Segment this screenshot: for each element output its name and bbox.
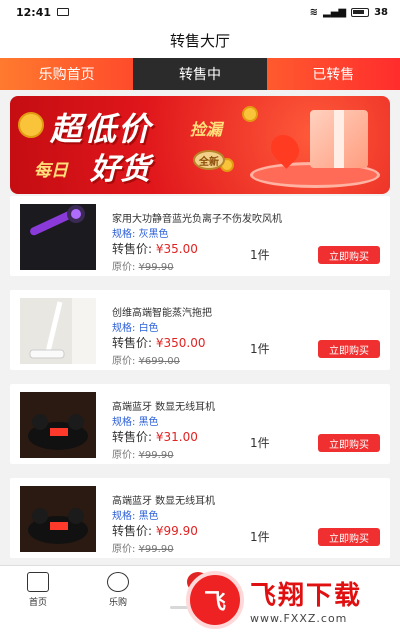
home-icon <box>27 572 49 592</box>
tab-bar: 乐购首页 转售中 已转售 <box>0 58 400 90</box>
watermark-url: www.FXXZ.com <box>250 612 348 625</box>
resale-price: 转售价: ¥31.00 <box>112 430 198 444</box>
tab-reselling[interactable]: 转售中 <box>133 58 267 90</box>
banner-tag: 捡漏 <box>190 120 223 139</box>
signal-icon: ▂▄▆ <box>323 6 347 18</box>
product-image-earbuds[interactable] <box>20 486 96 552</box>
product-image-steam-mop[interactable] <box>20 298 96 364</box>
product-quantity: 1件 <box>250 530 270 544</box>
buy-now-button[interactable]: 立即购买 <box>318 246 380 264</box>
status-bar: 12:41 ≋ ▂▄▆ 38 <box>0 0 400 24</box>
resale-price: 转售价: ¥99.90 <box>112 524 198 538</box>
promo-banner[interactable]: 超低价 捡漏 每日 好货 全新 <box>10 96 390 194</box>
tab-resold[interactable]: 已转售 <box>266 58 400 90</box>
nav-item-home[interactable]: 首页 <box>8 572 68 608</box>
coin-icon <box>242 106 258 122</box>
product-name: 高端蓝牙 数显无线耳机 <box>112 496 216 507</box>
product-spec: 规格: 黑色 <box>112 511 159 522</box>
product-quantity: 1件 <box>250 342 270 356</box>
product-spec: 规格: 黑色 <box>112 417 159 428</box>
page-title: 转售大厅 <box>0 24 400 58</box>
product-image-earbuds[interactable] <box>20 392 96 458</box>
product-card[interactable]: 创维高端智能蒸汽拖把 规格: 白色 转售价: ¥350.00 原价: ¥699.… <box>10 290 390 370</box>
product-list: 家用大功静音蓝光负离子不伤发吹风机 规格: 灰黑色 转售价: ¥35.00 原价… <box>10 196 390 572</box>
nav-item-shop[interactable]: 乐购 <box>88 572 148 608</box>
coin-icon <box>18 112 44 138</box>
status-time: 12:41 <box>16 5 52 19</box>
product-image-hair-dryer[interactable] <box>20 204 96 270</box>
resale-price: 转售价: ¥350.00 <box>112 336 206 350</box>
product-spec: 规格: 灰黑色 <box>112 229 169 240</box>
buy-now-button[interactable]: 立即购买 <box>318 340 380 358</box>
message-icon <box>57 8 70 16</box>
buy-now-button[interactable]: 立即购买 <box>318 528 380 546</box>
battery-level: 38 <box>374 6 388 18</box>
original-price: 原价: ¥99.90 <box>112 544 174 555</box>
banner-good: 好货 <box>90 152 150 187</box>
product-name: 高端蓝牙 数显无线耳机 <box>112 402 216 413</box>
product-quantity: 1件 <box>250 436 270 450</box>
original-price: 原价: ¥699.00 <box>112 356 180 367</box>
original-price: 原价: ¥99.90 <box>112 262 174 273</box>
product-name: 家用大功静音蓝光负离子不伤发吹风机 <box>112 214 282 225</box>
watermark: 飞 飞翔下载 www.FXXZ.com <box>186 571 394 629</box>
original-price: 原价: ¥99.90 <box>112 450 174 461</box>
product-card[interactable]: 家用大功静音蓝光负离子不伤发吹风机 规格: 灰黑色 转售价: ¥35.00 原价… <box>10 196 390 276</box>
buy-now-button[interactable]: 立即购买 <box>318 434 380 452</box>
product-spec: 规格: 白色 <box>112 323 159 334</box>
watermark-brand: 飞翔下载 <box>250 581 363 611</box>
product-name: 创维高端智能蒸汽拖把 <box>112 308 212 319</box>
new-badge: 全新 <box>193 150 225 170</box>
banner-daily: 每日 <box>34 161 68 181</box>
product-card[interactable]: 高端蓝牙 数显无线耳机 规格: 黑色 转售价: ¥31.00 原价: ¥99.9… <box>10 384 390 464</box>
wifi-icon: ≋ <box>309 6 318 18</box>
product-quantity: 1件 <box>250 248 270 262</box>
gift-box-icon <box>310 110 368 168</box>
watermark-logo-icon: 飞 <box>186 571 244 629</box>
product-card[interactable]: 高端蓝牙 数显无线耳机 规格: 黑色 转售价: ¥99.90 原价: ¥99.9… <box>10 478 390 558</box>
tab-shop-home[interactable]: 乐购首页 <box>0 58 134 90</box>
battery-icon <box>351 7 370 17</box>
resale-price: 转售价: ¥35.00 <box>112 242 198 256</box>
shop-icon <box>107 572 129 592</box>
